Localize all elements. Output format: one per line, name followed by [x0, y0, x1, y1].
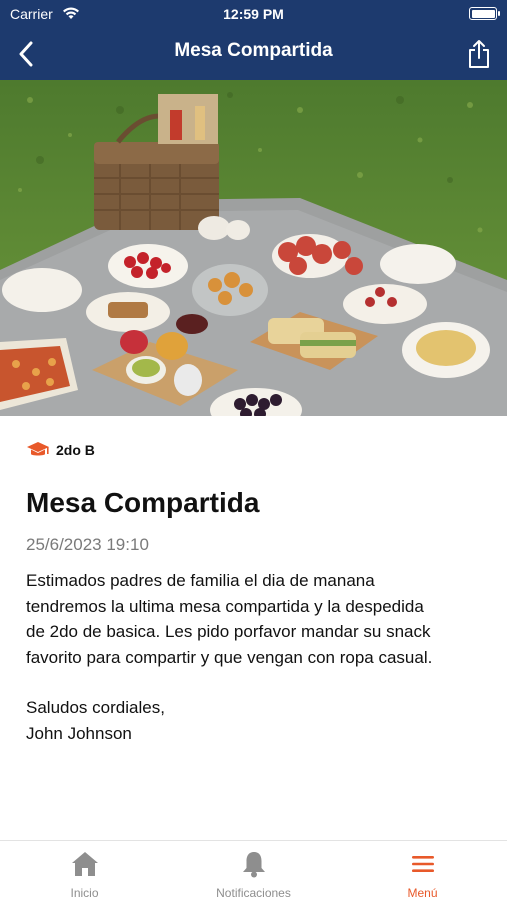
post-date: 25/6/2023 19:10	[26, 535, 149, 554]
page-title: Mesa Compartida	[174, 40, 333, 61]
tab-inicio[interactable]: Inicio	[0, 841, 169, 900]
body-line: de 2do de basica. Les pido porfavor mand…	[26, 622, 431, 641]
top-bar: Carrier 12:59 PM Mesa Compartida	[0, 0, 507, 80]
signature: John Johnson	[26, 723, 132, 743]
tab-notificaciones[interactable]: Notificaciones	[169, 841, 338, 900]
body-line: Estimados padres de familia el dia de ma…	[26, 571, 375, 590]
tab-label: Inicio	[70, 886, 99, 900]
post-title: Mesa Compartida	[26, 487, 260, 518]
tab-label: Notificaciones	[216, 886, 291, 900]
menu-icon	[411, 856, 434, 872]
class-tag: 2do B	[26, 436, 486, 464]
post-image	[0, 80, 507, 416]
class-label: 2do B	[56, 442, 95, 458]
battery-icon	[469, 7, 500, 20]
tab-label: Menú	[407, 886, 438, 900]
post-content: 2do B Mesa Compartida 25/6/2023 19:10 Es…	[26, 436, 486, 746]
home-icon	[71, 852, 98, 876]
body-line: tendremos la ultima mesa compartida y la…	[26, 596, 424, 616]
share-button[interactable]	[459, 34, 499, 74]
graduation-cap-icon	[27, 442, 49, 456]
navigation-bar: Mesa Compartida	[0, 28, 507, 80]
clock-label: 12:59 PM	[223, 6, 284, 22]
bell-icon	[242, 852, 265, 878]
tab-menu[interactable]: Menú	[338, 841, 507, 900]
body-line: favorito para compartir y que vengan con…	[26, 647, 433, 667]
status-bar: Carrier 12:59 PM	[0, 0, 507, 28]
share-icon	[469, 40, 489, 68]
tab-bar: Inicio Notificaciones Menú	[0, 840, 507, 900]
post-body: Estimados padres de familia el dia de ma…	[26, 568, 486, 746]
closing-line: Saludos cordiales,	[26, 698, 165, 717]
